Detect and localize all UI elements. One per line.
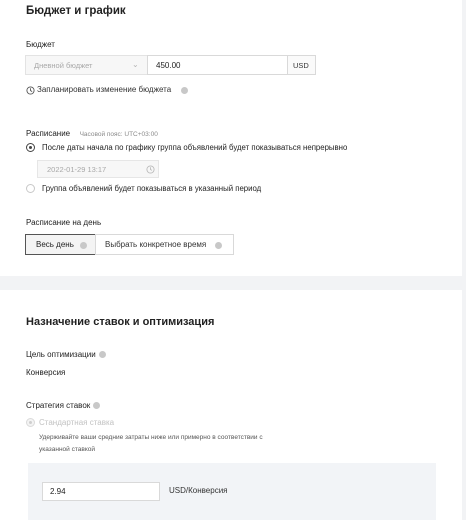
goal-label: Цель оптимизации: [26, 350, 96, 359]
radio-continuous[interactable]: [26, 143, 35, 152]
radio-period-label: Группа объявлений будет показываться в у…: [42, 184, 262, 193]
tab-all-day-label: Весь день: [36, 240, 74, 249]
budget-schedule-card: Бюджет и график Бюджет Дневной бюджет ⌄ …: [0, 0, 462, 276]
standard-bid-label: Стандартная ставка: [39, 418, 115, 427]
help-icon: [80, 242, 87, 249]
currency-label: USD: [293, 61, 309, 70]
strategy-label-row: Стратегия ставок: [26, 401, 101, 410]
bid-unit-label: USD/Конверсия: [169, 486, 228, 495]
day-schedule-label: Расписание на день: [26, 218, 102, 227]
help-icon: [215, 242, 222, 249]
bid-panel: 2.94 USD/Конверсия: [28, 463, 436, 520]
timezone-text: Часовой пояс: UTC+03:00: [79, 131, 158, 138]
radio-standard-bid[interactable]: [26, 418, 35, 427]
section-title-budget: Бюджет и график: [26, 5, 126, 17]
strategy-desc-line1: Удерживайте ваши средние затраты ниже ил…: [39, 434, 263, 441]
radio-continuous-label: После даты начала по графику группа объя…: [42, 143, 348, 152]
start-date-value: 2022-01-29 13:17: [47, 165, 107, 174]
bid-amount-input[interactable]: 2.94: [42, 482, 160, 501]
schedule-label: Расписание: [26, 129, 71, 138]
clock-icon: [146, 165, 155, 174]
tab-specific-time-label: Выбрать конкретное время: [105, 240, 207, 249]
strategy-desc-line2: указанной ставкой: [39, 446, 95, 453]
tab-specific-time[interactable]: Выбрать конкретное время: [95, 234, 234, 255]
help-icon: [98, 351, 106, 359]
budget-amount-value: 450.00: [156, 61, 181, 70]
bid-amount-value: 2.94: [50, 487, 66, 496]
radio-period[interactable]: [26, 184, 35, 193]
start-date-input[interactable]: 2022-01-29 13:17: [37, 160, 159, 178]
help-icon: [93, 402, 101, 410]
budget-type-value: Дневной бюджет: [34, 61, 93, 70]
clock-icon: [26, 86, 35, 95]
section-title-bidding: Назначение ставок и оптимизация: [26, 316, 215, 328]
budget-type-select[interactable]: Дневной бюджет ⌄: [25, 55, 148, 75]
budget-amount-input[interactable]: 450.00: [147, 55, 288, 75]
bidding-card: Назначение ставок и оптимизация Цель опт…: [0, 290, 462, 520]
schedule-header: Расписание Часовой пояс: UTC+03:00: [26, 123, 158, 141]
tab-all-day[interactable]: Весь день: [25, 234, 96, 255]
budget-label: Бюджет: [26, 40, 55, 49]
schedule-change-text: Запланировать изменение бюджета: [37, 85, 172, 94]
chevron-down-icon: ⌄: [132, 60, 139, 69]
goal-label-row: Цель оптимизации: [26, 350, 106, 359]
currency-addon: USD: [287, 55, 316, 75]
goal-value: Конверсия: [26, 368, 66, 377]
strategy-label: Стратегия ставок: [26, 401, 91, 410]
help-icon: [181, 87, 188, 94]
